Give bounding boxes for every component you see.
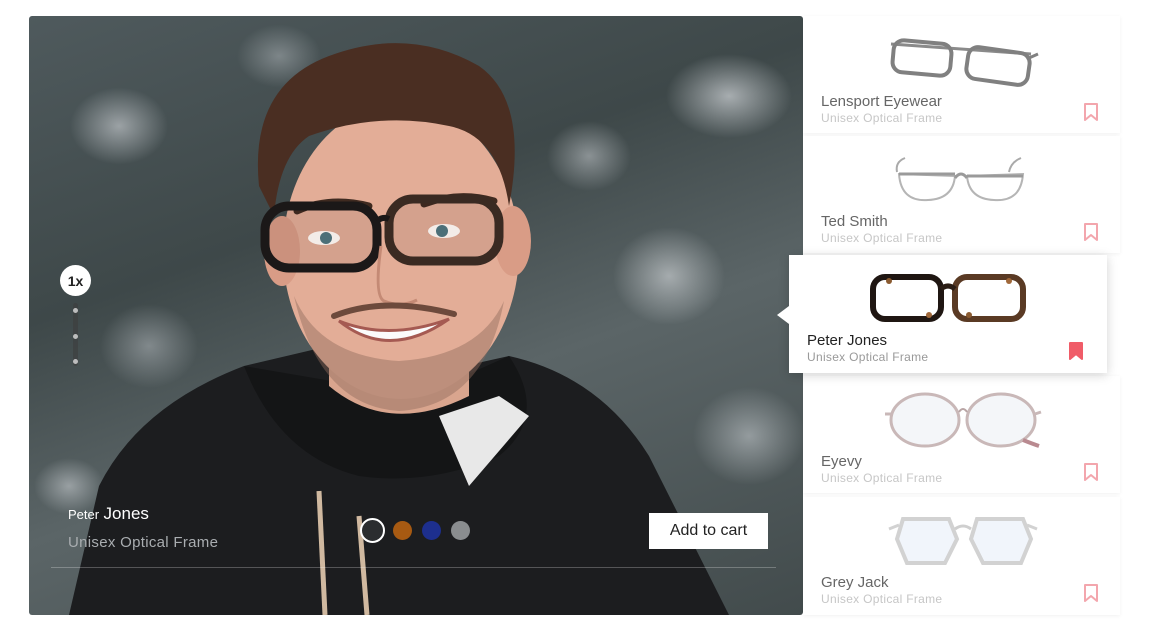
add-to-cart-button[interactable]: Add to cart	[649, 513, 768, 549]
product-name: Grey Jack	[821, 574, 889, 591]
product-type: Unisex Optical Frame	[807, 350, 929, 364]
bookmark-icon[interactable]	[1083, 583, 1099, 603]
color-swatch[interactable]	[393, 521, 412, 540]
glasses-thumbnail	[870, 274, 1026, 322]
glasses-thumbnail	[890, 38, 1039, 87]
color-swatch[interactable]	[360, 518, 385, 543]
product-title-last: Jones	[103, 504, 149, 523]
product-card[interactable]: Lensport Eyewear Unisex Optical Frame	[803, 16, 1120, 133]
product-card[interactable]: Grey Jack Unisex Optical Frame	[803, 497, 1120, 615]
product-title: Peter Jones	[68, 504, 149, 524]
divider	[51, 567, 776, 568]
glasses-thumbnail	[895, 157, 1025, 202]
zoom-level-badge[interactable]: 1x	[60, 265, 91, 296]
product-type: Unisex Optical Frame	[821, 111, 943, 125]
product-name: Peter Jones	[807, 332, 888, 349]
product-card[interactable]: Eyevy Unisex Optical Frame	[803, 376, 1120, 493]
product-type: Unisex Optical Frame	[821, 471, 943, 485]
zoom-slider[interactable]	[73, 303, 78, 366]
product-card[interactable]: Ted Smith Unisex Optical Frame	[803, 136, 1120, 253]
bookmark-icon[interactable]	[1083, 102, 1099, 122]
bookmark-icon[interactable]	[1083, 222, 1099, 242]
zoom-step[interactable]	[73, 334, 78, 339]
product-type: Unisex Optical Frame	[821, 231, 943, 245]
zoom-step[interactable]	[73, 359, 78, 364]
color-swatch[interactable]	[422, 521, 441, 540]
product-name: Ted Smith	[821, 213, 888, 230]
product-card-selected[interactable]: Peter Jones Unisex Optical Frame	[789, 255, 1107, 373]
product-name: Lensport Eyewear	[821, 93, 942, 110]
bookmark-filled-icon[interactable]	[1068, 341, 1084, 361]
color-swatches	[360, 518, 480, 543]
zoom-step[interactable]	[73, 308, 78, 313]
product-title-first: Peter	[68, 507, 100, 522]
color-swatch[interactable]	[451, 521, 470, 540]
try-on-viewer: 1x Peter Jones Unisex Optical Frame Add …	[29, 16, 803, 615]
glasses-thumbnail	[888, 517, 1038, 565]
bookmark-icon[interactable]	[1083, 462, 1099, 482]
selection-pointer	[777, 306, 789, 324]
product-type: Unisex Optical Frame	[821, 592, 943, 606]
product-subtitle: Unisex Optical Frame	[68, 534, 219, 551]
glasses-thumbnail	[885, 392, 1042, 448]
product-name: Eyevy	[821, 453, 862, 470]
